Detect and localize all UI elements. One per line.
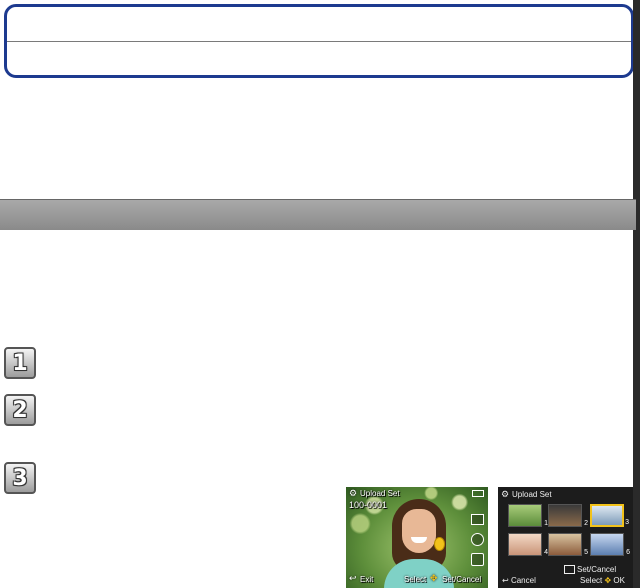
ok-label: OK (613, 576, 625, 585)
upload-mode-icon: ⚙ (349, 488, 358, 498)
header-box (4, 4, 634, 78)
upload-mode-icon: ⚙ (501, 489, 510, 499)
favorite-icon (471, 533, 484, 546)
thumbnail-5[interactable]: 5 (548, 533, 588, 556)
exit-label[interactable]: Exit (360, 575, 373, 584)
select-label[interactable]: Select (404, 575, 426, 584)
return-icon: ↩ (349, 573, 357, 583)
set-cancel-label: Set/Cancel (577, 565, 617, 574)
protect-icon (471, 514, 484, 525)
thumbnail-1[interactable]: 1 (508, 504, 548, 527)
thumbnail-number: 3 (625, 519, 629, 526)
thumbnail-number: 2 (584, 520, 588, 527)
upload-tag-icon (471, 553, 484, 566)
dpad-icon: ✥ (604, 576, 612, 585)
select-label: Select (580, 576, 603, 585)
mode-title: Upload Set (360, 489, 400, 498)
set-cancel-label[interactable]: Set/Cancel (442, 575, 481, 584)
select-ok-hint[interactable]: Select ✥ OK (580, 576, 625, 585)
dpad-icon: ✥ (430, 573, 438, 583)
thumbnail-number: 6 (626, 549, 630, 556)
return-icon: ↩ (502, 576, 509, 585)
step-1-icon: 1 (4, 347, 36, 379)
step-2-icon: 2 (4, 394, 36, 426)
menu-button-icon (564, 565, 575, 575)
mode-title: Upload Set (512, 490, 552, 499)
thumbnail-6[interactable]: 6 (590, 533, 630, 556)
section-heading-bar (0, 199, 636, 230)
cancel-label: Cancel (510, 576, 536, 585)
page-edge-bar (633, 0, 640, 588)
thumbnail-number: 5 (584, 549, 588, 556)
camera-screen-single: ⚙ Upload Set 100-0001 ↩ Exit Select ✥ Se… (346, 487, 488, 588)
camera-screen-multi: ⚙ Upload Set 1 2 3 4 5 6 Set/Cancel ↩ Ca… (498, 487, 633, 588)
thumbnail-2[interactable]: 2 (548, 504, 588, 527)
cancel-hint[interactable]: ↩ Cancel (502, 576, 536, 585)
set-cancel-hint[interactable]: Set/Cancel (564, 565, 617, 575)
file-number: 100-0001 (349, 500, 388, 510)
thumbnail-3-selected[interactable]: 3 (590, 504, 629, 527)
header-divider (7, 41, 631, 42)
thumbnail-4[interactable]: 4 (508, 533, 548, 556)
battery-icon (472, 490, 484, 497)
earring (434, 537, 445, 551)
step-3-icon: 3 (4, 462, 36, 494)
